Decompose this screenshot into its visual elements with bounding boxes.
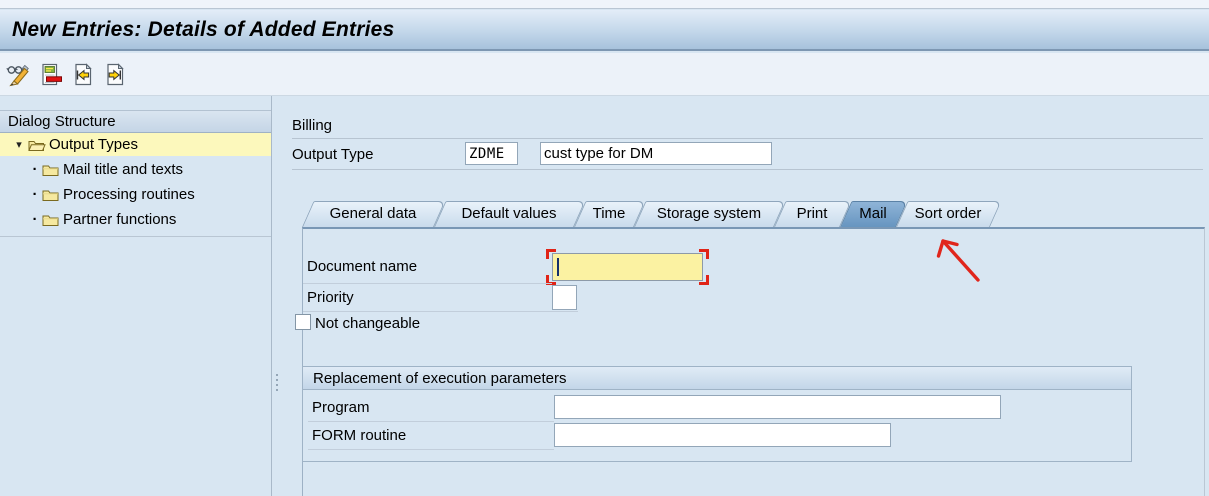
tree-item-label: Partner functions [63, 211, 177, 228]
dialog-structure-header: Dialog Structure [0, 110, 271, 133]
tab-label: Sort order [914, 205, 982, 222]
display-change-icon [6, 62, 34, 88]
title-bar: New Entries: Details of Added Entries [0, 10, 1209, 51]
tab-label: Time [592, 205, 626, 222]
tab-label: General data [329, 205, 417, 222]
tree-item-processing-routines[interactable]: · Processing routines [0, 183, 271, 206]
not-changeable-label: Not changeable [315, 315, 421, 332]
output-type-code-field[interactable] [465, 142, 518, 165]
folder-icon [42, 213, 60, 227]
bullet-icon: · [32, 211, 38, 228]
tree-item-partner-functions[interactable]: · Partner functions [0, 208, 271, 231]
expander-triangle-icon[interactable]: ▾ [12, 138, 26, 151]
panel-splitter-handle[interactable] [276, 374, 278, 391]
tab-general-data[interactable]: General data [302, 201, 446, 227]
previous-entry-button[interactable] [69, 60, 99, 90]
delete-entry-icon [38, 62, 66, 88]
output-type-label: Output Type [292, 146, 374, 163]
group-box-title: Replacement of execution parameters [303, 367, 1131, 390]
sap-window: New Entries: Details of Added Entries Di… [0, 0, 1209, 496]
next-entry-button[interactable] [101, 60, 131, 90]
row-divider [303, 283, 552, 284]
priority-field[interactable] [552, 285, 577, 310]
text-cursor [557, 258, 559, 276]
tree-item-label: Output Types [49, 136, 138, 153]
row-divider [308, 449, 554, 450]
open-folder-icon [28, 138, 46, 152]
display-change-button[interactable] [5, 60, 35, 90]
priority-label: Priority [307, 289, 354, 306]
tab-label: Print [796, 205, 828, 222]
page-title: New Entries: Details of Added Entries [12, 18, 395, 41]
tree-bottom-divider [0, 236, 271, 237]
next-entry-icon [102, 62, 130, 88]
not-changeable-checkbox[interactable] [295, 314, 311, 330]
tab-label: Mail [859, 205, 887, 222]
tab-default-values[interactable]: Default values [434, 201, 586, 227]
tab-label: Storage system [656, 205, 762, 222]
tab-time[interactable]: Time [574, 201, 646, 227]
application-toolbar [0, 53, 1209, 96]
form-routine-field[interactable] [554, 423, 891, 447]
program-label: Program [312, 399, 370, 416]
focus-bracket [699, 249, 709, 259]
dialog-structure-panel: Dialog Structure ▾ Output Types · Mail t… [0, 96, 272, 496]
document-name-field[interactable] [552, 253, 703, 281]
tree-item-label: Processing routines [63, 186, 195, 203]
tab-mail[interactable]: Mail [840, 201, 908, 227]
tab-print[interactable]: Print [774, 201, 852, 227]
folder-icon [42, 188, 60, 202]
tab-sort-order[interactable]: Sort order [896, 201, 1002, 227]
tree-item-mail-title-and-texts[interactable]: · Mail title and texts [0, 158, 271, 181]
bullet-icon: · [32, 161, 38, 178]
output-type-description-field[interactable] [540, 142, 772, 165]
row-divider [308, 421, 554, 422]
tab-storage-system[interactable]: Storage system [634, 201, 786, 227]
delete-entry-button[interactable] [37, 60, 67, 90]
header-divider [292, 169, 1203, 170]
row-divider [303, 311, 578, 312]
tree-item-label: Mail title and texts [63, 161, 184, 178]
folder-icon [42, 163, 60, 177]
form-routine-label: FORM routine [312, 427, 407, 444]
tree-item-output-types[interactable]: ▾ Output Types [0, 133, 271, 156]
document-name-label: Document name [307, 258, 418, 275]
previous-entry-icon [70, 62, 98, 88]
section-divider [292, 138, 1203, 139]
section-label: Billing [292, 117, 333, 134]
window-top-strip [0, 0, 1209, 9]
program-field[interactable] [554, 395, 1001, 419]
tab-label: Default values [461, 205, 557, 222]
focus-bracket [546, 249, 556, 259]
bullet-icon: · [32, 186, 38, 203]
focus-bracket [699, 275, 709, 285]
